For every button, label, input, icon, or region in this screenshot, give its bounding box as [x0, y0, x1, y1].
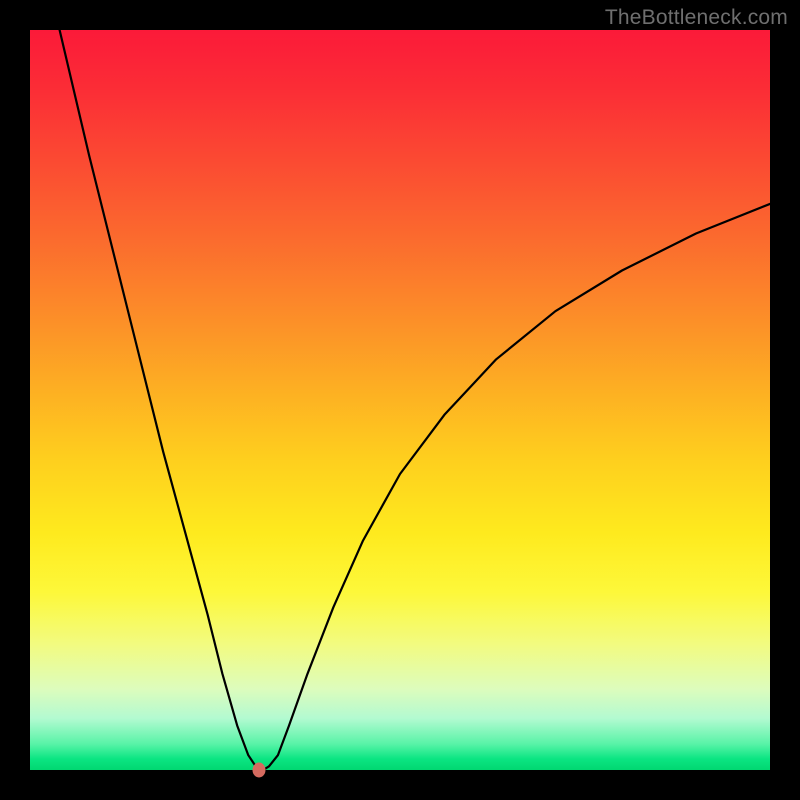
- watermark-text: TheBottleneck.com: [605, 6, 788, 30]
- bottleneck-curve: [30, 30, 770, 770]
- plot-area: [30, 30, 770, 770]
- chart-frame: TheBottleneck.com: [0, 0, 800, 800]
- optimum-marker: [253, 763, 266, 778]
